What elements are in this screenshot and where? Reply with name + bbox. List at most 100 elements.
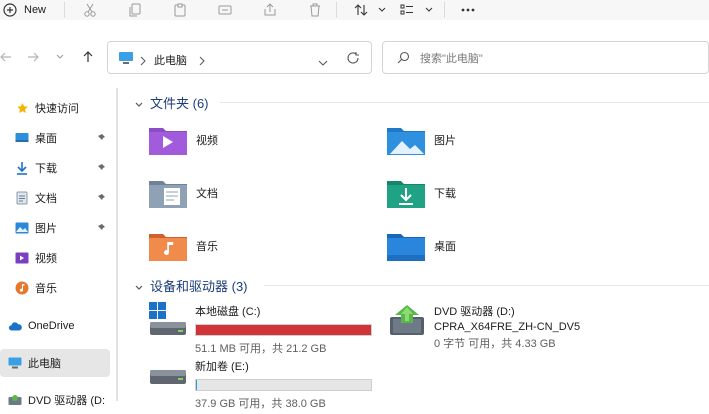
cloud-icon (8, 319, 22, 333)
folder-downloads[interactable]: 下载 (386, 173, 586, 213)
chevron-down-icon[interactable] (374, 2, 390, 18)
command-bar: New (0, 0, 709, 20)
music-folder-icon (148, 229, 188, 263)
pin-icon[interactable] (96, 133, 106, 143)
video-icon (15, 251, 29, 265)
folder-label: 文档 (196, 188, 218, 200)
refresh-icon[interactable] (346, 51, 360, 70)
pin-icon[interactable] (96, 163, 106, 173)
sidebar-item-videos[interactable]: 视频 (0, 244, 112, 272)
pin-icon[interactable] (96, 193, 106, 203)
sidebar-item-pictures[interactable]: 图片 (0, 214, 112, 242)
folders-section-header[interactable]: 文件夹 (6) (134, 93, 209, 112)
chevron-right-icon (139, 53, 147, 71)
folder-pictures[interactable]: 图片 (386, 120, 586, 160)
section-title: 设备和驱动器 (3) (150, 279, 248, 294)
delete-icon[interactable] (307, 2, 323, 18)
new-label: New (24, 4, 47, 16)
pin-icon[interactable] (96, 223, 106, 233)
address-bar[interactable]: 此电脑 (107, 41, 372, 74)
folder-documents[interactable]: 文档 (148, 173, 348, 213)
desktop-folder-icon (386, 229, 426, 263)
search-input[interactable]: 搜索"此电脑" (382, 41, 709, 74)
sidebar-item-label: 此电脑 (28, 358, 61, 370)
sidebar-item-label: 图片 (35, 223, 57, 235)
pc-icon (8, 356, 22, 370)
section-title: 文件夹 (6) (150, 96, 209, 111)
drive-space: 37.9 GB 可用，共 38.0 GB (195, 398, 326, 410)
folder-music[interactable]: 音乐 (148, 226, 348, 266)
drive-space: 0 字节 可用，共 4.33 GB (434, 338, 556, 350)
folder-desktop[interactable]: 桌面 (386, 226, 586, 266)
pc-icon (118, 51, 134, 70)
storage-bar (195, 379, 372, 391)
chevron-down-icon (134, 281, 144, 291)
desktop-icon (15, 131, 29, 145)
folder-label: 图片 (434, 135, 456, 147)
picture-folder-icon (386, 123, 426, 157)
folder-label: 音乐 (196, 241, 218, 253)
drive-d[interactable]: DVD 驱动器 (D:) CPRA_X64FRE_ZH-CN_DV5 0 字节 … (387, 301, 580, 351)
drive-name: 新加卷 (E:) (195, 361, 249, 373)
sidebar-item-label: 文档 (35, 193, 57, 205)
paste-icon[interactable] (172, 2, 188, 18)
sidebar-item-label: 视频 (35, 253, 57, 265)
drive-space: 51.1 MB 可用，共 21.2 GB (195, 343, 327, 355)
windows-drive-icon (148, 301, 188, 341)
sidebar-item-desktop[interactable]: 桌面 (0, 124, 112, 152)
sidebar-item-music[interactable]: 音乐 (0, 274, 112, 302)
sidebar-item-this-pc[interactable]: 此电脑 (0, 349, 110, 377)
sidebar-scrollbar[interactable] (116, 88, 118, 401)
chevron-right-icon[interactable] (198, 53, 206, 71)
video-folder-icon (148, 123, 188, 157)
toolbar-divider (336, 2, 337, 18)
folder-videos[interactable]: 视频 (148, 120, 348, 160)
toolbar-divider (64, 2, 65, 18)
storage-bar (195, 324, 372, 336)
sidebar-item-label: 桌面 (35, 133, 57, 145)
back-arrow-icon[interactable] (0, 49, 14, 65)
up-arrow-icon[interactable] (80, 49, 96, 65)
drives-section-header[interactable]: 设备和驱动器 (3) (134, 276, 248, 295)
new-button[interactable]: New (2, 0, 46, 20)
share-icon[interactable] (262, 2, 278, 18)
drive-c[interactable]: 本地磁盘 (C:) 51.1 MB 可用，共 21.2 GB (148, 301, 372, 356)
address-row: 此电脑 搜索"此电脑" (0, 40, 709, 74)
sidebar-item-label: 音乐 (35, 283, 57, 295)
toolbar-divider (444, 2, 445, 18)
cut-icon[interactable] (82, 2, 98, 18)
plus-circle-icon (2, 2, 18, 18)
sidebar-item-quick-access[interactable]: 快速访问 (0, 94, 112, 122)
storage-bar-fill (196, 325, 371, 335)
drive-volume-label: CPRA_X64FRE_ZH-CN_DV5 (434, 321, 581, 333)
view-icon[interactable] (399, 2, 415, 18)
download-folder-icon (386, 176, 426, 210)
music-icon (15, 281, 29, 295)
sidebar-item-documents[interactable]: 文档 (0, 184, 112, 212)
storage-bar-fill (196, 380, 197, 390)
sidebar-item-label: OneDrive (28, 320, 75, 332)
sidebar-item-downloads[interactable]: 下载 (0, 154, 112, 182)
more-icon[interactable] (460, 2, 476, 18)
recent-chevron-icon[interactable] (52, 49, 68, 65)
drive-e[interactable]: 新加卷 (E:) 37.9 GB 可用，共 38.0 GB (148, 356, 372, 411)
forward-arrow-icon[interactable] (25, 49, 41, 65)
document-icon (15, 191, 29, 205)
drive-name: DVD 驱动器 (D:) (434, 306, 515, 318)
sidebar-item-onedrive[interactable]: OneDrive (0, 312, 112, 340)
search-icon (397, 51, 410, 64)
chevron-down-icon[interactable] (421, 2, 437, 18)
copy-icon[interactable] (127, 2, 143, 18)
address-path[interactable]: 此电脑 (154, 52, 187, 68)
navigation-pane: 快速访问 桌面 下载 文档 图片 视频 音乐 OneDrive 此电脑 DVD … (0, 88, 118, 407)
chevron-down-icon (134, 98, 144, 108)
picture-icon (15, 221, 29, 235)
rename-icon[interactable] (217, 2, 233, 18)
section-divider (264, 285, 709, 286)
download-icon (15, 161, 29, 175)
drive-name: 本地磁盘 (C:) (195, 306, 261, 318)
sort-icon[interactable] (353, 2, 369, 18)
sidebar-item-dvd-drive[interactable]: DVD 驱动器 (D: (0, 386, 112, 414)
address-dropdown-icon[interactable] (318, 54, 328, 72)
document-folder-icon (148, 176, 188, 210)
